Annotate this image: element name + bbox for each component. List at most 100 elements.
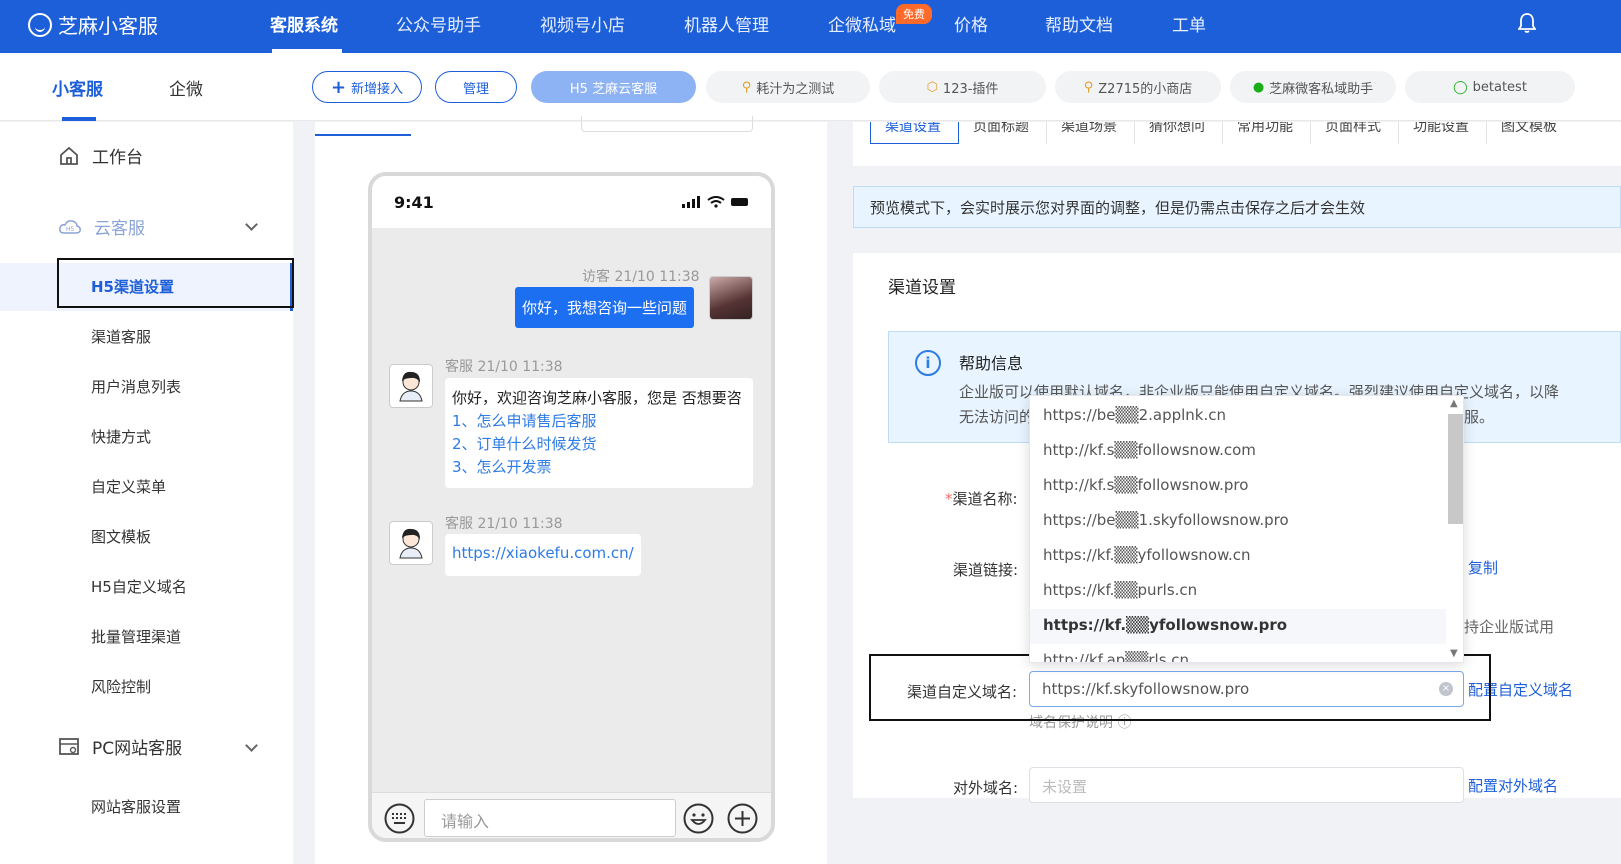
phone-frame: 9:41 访客 21/10 11:38 你好，我想咨询一些问题 客服 21/10…: [368, 172, 775, 842]
pc-window-icon: [59, 737, 79, 755]
trial-tip: 持企业版试用: [1464, 618, 1555, 636]
domain-option[interactable]: https://be▒▒2.applnk.cn: [1030, 399, 1446, 434]
dropdown-scrollbar[interactable]: [1448, 414, 1463, 524]
add-channel-button[interactable]: + 新增接入: [312, 71, 422, 103]
nav-robot[interactable]: 机器人管理: [684, 11, 769, 36]
nav-tickets[interactable]: 工单: [1172, 11, 1206, 36]
sidebar-item-site-setting[interactable]: 网站客服设置: [91, 796, 181, 817]
sidebar-item-h5-setting[interactable]: H5渠道设置: [91, 276, 174, 297]
domain-option[interactable]: https://be▒▒1.skyfollowsnow.pro: [1030, 504, 1446, 539]
emoji-icon[interactable]: [683, 803, 714, 834]
nav-pricing[interactable]: 价格: [954, 11, 988, 36]
phone-time: 9:41: [394, 193, 434, 212]
domain-option[interactable]: http://kf.s▒▒followsnow.com: [1030, 434, 1446, 469]
faq-link[interactable]: 3、怎么开发票: [452, 456, 746, 479]
config-external-domain-link[interactable]: 配置对外域名: [1468, 775, 1558, 796]
sidebar-item-label: 工作台: [92, 148, 143, 168]
channel-chip-test[interactable]: ⚲ 耗汁为之测试: [706, 71, 870, 103]
sidebar-item-custom-menu[interactable]: 自定义菜单: [91, 476, 166, 497]
nav-help-docs[interactable]: 帮助文档: [1045, 11, 1113, 36]
manage-label: 管理: [462, 81, 489, 97]
visitor-avatar: [709, 276, 753, 320]
nav-official-account[interactable]: 公众号助手: [396, 11, 481, 36]
tab-wecom[interactable]: 企微: [169, 75, 203, 100]
phone-input-bar: 请输入: [372, 792, 771, 838]
channel-chip-wechat[interactable]: ● 芝麻微客私域助手: [1230, 71, 1396, 103]
nav-customer-service[interactable]: 客服系统: [270, 11, 338, 36]
domain-option[interactable]: http://kf.ap▒▒rls.cn: [1030, 644, 1446, 662]
faq-link[interactable]: 2、订单什么时候发货: [452, 433, 746, 456]
chevron-down-icon[interactable]: [245, 218, 258, 231]
subtab-active-indicator: [62, 117, 96, 121]
sidebar-item-user-messages[interactable]: 用户消息列表: [91, 376, 181, 397]
sidebar-group-label: 云客服: [94, 219, 145, 239]
agent-meta: 客服 21/10 11:38: [445, 359, 563, 375]
visitor-meta: 访客 21/10 11:38: [582, 269, 700, 285]
channel-chip-plugin[interactable]: ⬡ 123-插件: [879, 71, 1046, 103]
channel-chip-label: Z2715的小商店: [1098, 81, 1193, 97]
channel-chip-label: 123-插件: [942, 81, 999, 97]
sidebar-item-batch-channels[interactable]: 批量管理渠道: [91, 626, 181, 647]
tab-xiaokefu[interactable]: 小客服: [52, 75, 103, 100]
tab-common-functions[interactable]: 常用功能: [1223, 122, 1311, 144]
sidebar-item-shortcuts[interactable]: 快捷方式: [91, 426, 151, 447]
tab-page-title[interactable]: 页面标题: [959, 122, 1047, 144]
nav-wecom-private[interactable]: 企微私域: [828, 11, 896, 36]
sidebar: 工作台 H5 云客服 H5渠道设置 渠道客服 用户消息列表 快捷方式 自定义菜单…: [0, 122, 294, 864]
plus-circle-icon[interactable]: [727, 803, 758, 834]
channel-chip-shop[interactable]: ⚲ Z2715的小商店: [1055, 71, 1221, 103]
preview-notice: 预览模式下，会实时展示您对界面的调整，但是仍需点击保存之后才会生效: [853, 186, 1621, 228]
agent-avatar-icon: [399, 528, 423, 559]
tab-channel-scene[interactable]: 渠道场景: [1047, 122, 1135, 144]
external-domain-label: 对外域名:: [953, 779, 1019, 797]
tab-page-style[interactable]: 页面样式: [1311, 122, 1399, 144]
channel-chip-h5[interactable]: H5 芝麻云客服: [531, 71, 696, 103]
sidebar-item-workbench[interactable]: 工作台: [58, 143, 143, 168]
domain-option[interactable]: https://kf.▒▒purls.cn: [1030, 574, 1446, 609]
signal-wifi-battery-icon: [682, 196, 748, 208]
brand-logo[interactable]: 芝麻小客服: [28, 10, 158, 39]
tab-function-setting[interactable]: 功能设置: [1399, 122, 1487, 144]
external-domain-input[interactable]: 未设置: [1029, 767, 1464, 803]
scroll-down-icon[interactable]: ▼: [1450, 648, 1458, 659]
manage-button[interactable]: 管理: [435, 71, 517, 103]
free-badge: 免费: [896, 4, 932, 24]
sidebar-group-pc[interactable]: PC网站客服: [58, 734, 182, 759]
sidebar-item-h5-domain[interactable]: H5自定义域名: [91, 576, 187, 597]
agent-avatar-icon: [399, 371, 423, 402]
sidebar-item-risk-control[interactable]: 风险控制: [91, 676, 151, 697]
settings-tabs: 渠道设置 页面标题 渠道场景 猜你想问 常用功能 页面样式 功能设置 图文模板: [853, 122, 1621, 166]
channel-chip-betatest[interactable]: ◯ betatest: [1405, 71, 1575, 103]
tab-guess-ask[interactable]: 猜你想问: [1135, 122, 1223, 144]
box-icon: ⬡: [926, 79, 938, 95]
chevron-down-icon[interactable]: [245, 739, 258, 752]
bell-icon[interactable]: [1518, 12, 1536, 34]
channel-name-label-text: 渠道名称:: [952, 490, 1018, 508]
preview-search-box[interactable]: [581, 116, 753, 132]
sidebar-item-channel-agent[interactable]: 渠道客服: [91, 326, 151, 347]
tab-rich-template[interactable]: 图文模板: [1487, 122, 1621, 144]
phone-status-bar: 9:41: [372, 176, 771, 228]
scroll-up-icon[interactable]: ▲: [1450, 398, 1458, 409]
add-channel-label: 新增接入: [351, 81, 404, 97]
top-navbar: 芝麻小客服 客服系统 公众号助手 视频号小店 机器人管理 企微私域 免费 价格 …: [0, 0, 1621, 53]
sidebar-item-rich-template[interactable]: 图文模板: [91, 526, 151, 547]
sidebar-group-cloud[interactable]: H5 云客服: [58, 214, 145, 239]
help-title: 帮助信息: [959, 354, 1024, 373]
agent-link-message[interactable]: https://xiaokefu.com.cn/: [445, 534, 641, 576]
faq-link[interactable]: 1、怎么申请售后客服: [452, 410, 746, 433]
copy-link[interactable]: 复制: [1468, 557, 1498, 578]
agent-welcome-message: 你好，欢迎咨询芝麻小客服，您是 否想要咨 1、怎么申请售后客服 2、订单什么时候…: [445, 378, 753, 488]
phone-message-input[interactable]: 请输入: [424, 799, 676, 837]
keyboard-icon[interactable]: [384, 803, 415, 834]
whatsapp-icon: ◯: [1453, 79, 1468, 95]
tab-channel-setting[interactable]: 渠道设置: [870, 122, 959, 144]
highlight-box-custom-domain: [869, 654, 1491, 721]
chat-bubble-icon: [28, 12, 52, 37]
domain-option-selected[interactable]: https://kf.▒▒yfollowsnow.pro: [1030, 609, 1446, 644]
domain-option[interactable]: http://kf.s▒▒followsnow.pro: [1030, 469, 1446, 504]
agent-meta: 客服 21/10 11:38: [445, 516, 563, 532]
nav-video-shop[interactable]: 视频号小店: [540, 11, 625, 36]
domain-option[interactable]: https://kf.▒▒yfollowsnow.cn: [1030, 539, 1446, 574]
channel-chip-label: 芝麻微客私域助手: [1269, 81, 1374, 97]
